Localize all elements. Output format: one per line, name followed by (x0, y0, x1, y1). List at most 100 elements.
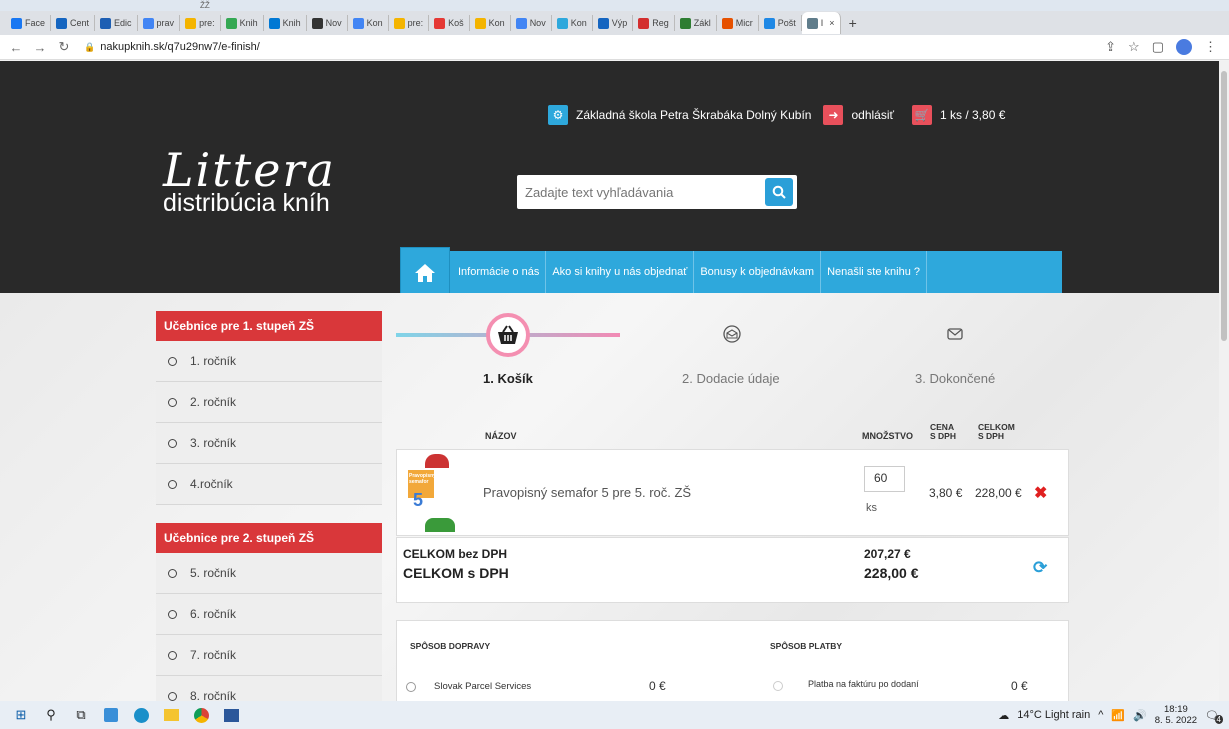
more-menu-icon[interactable]: ⋮ (1204, 39, 1217, 55)
new-tab-button[interactable]: + (849, 15, 857, 31)
delivery-radio[interactable] (406, 682, 416, 692)
total-no-vat-value: 207,27 € (864, 547, 911, 561)
menu-item[interactable]: Bonusy k objednávkam (694, 251, 822, 293)
item-title[interactable]: Pravopisný semafor 5 pre 5. roč. ZŠ (483, 485, 691, 500)
logout-icon[interactable]: ➜ (823, 105, 844, 125)
browser-tab[interactable]: Micr (717, 15, 759, 31)
search-button[interactable] (765, 178, 793, 206)
browser-tab[interactable]: Kon (552, 15, 593, 31)
profile-avatar[interactable] (1176, 39, 1192, 55)
network-icon[interactable]: 📶 (1111, 709, 1125, 722)
cart-icon[interactable]: 🛒 (912, 105, 932, 125)
menu-item[interactable]: Informácie o nás (452, 251, 547, 293)
app-icon[interactable] (102, 706, 120, 724)
cart-item-row: Pravopisný semafor 5 Pravopisný semafor … (396, 449, 1069, 536)
browser-tab[interactable]: Knih (264, 15, 307, 31)
circle-bullet-icon (168, 568, 177, 578)
url-text: nakupknih.sk/q7u29nw7/e-finish/ (100, 41, 260, 53)
tab-favicon-icon (638, 17, 650, 29)
tray-chevron-icon[interactable]: ^ (1098, 709, 1103, 721)
sidebar-item[interactable]: 2. ročník (156, 382, 382, 423)
close-tab-icon[interactable]: × (829, 18, 834, 28)
tab-favicon-icon (806, 17, 818, 29)
sidebar-item[interactable]: 1. ročník (156, 341, 382, 382)
sidebar-item[interactable]: 5. ročník (156, 553, 382, 594)
browser-tab[interactable]: Kon (348, 15, 389, 31)
cart-totals: CELKOM bez DPH CELKOM s DPH 207,27 € 228… (396, 537, 1069, 603)
sidebar-item[interactable]: 4.ročník (156, 464, 382, 505)
clock[interactable]: 18:19 8. 5. 2022 (1155, 704, 1197, 726)
payment-radio[interactable] (773, 681, 783, 691)
menu-item[interactable]: Ako si knihy u nás objednať (546, 251, 695, 293)
delivery-option[interactable]: Slovak Parcel Services (434, 681, 531, 692)
circle-bullet-icon (168, 479, 177, 489)
forward-icon[interactable]: → (32, 40, 48, 55)
sidebar-item[interactable]: 8. ročník (156, 676, 382, 701)
tab-label: Knih (239, 18, 258, 28)
file-explorer-icon[interactable] (162, 706, 180, 724)
browser-tab[interactable]: Edic (95, 15, 138, 31)
sidepanel-icon[interactable]: ▢ (1152, 39, 1164, 55)
remove-item-icon[interactable]: ✖ (1034, 483, 1047, 503)
home-button[interactable] (400, 247, 450, 298)
browser-tab[interactable]: Výp (593, 15, 634, 31)
payment-price: 0 € (1011, 679, 1028, 693)
col-name: NÁZOV (485, 431, 517, 441)
windows-start-icon[interactable]: ⊞ (12, 706, 30, 724)
browser-tab[interactable]: Koš (429, 15, 470, 31)
site-logo[interactable]: Littera distribúcia kníh (163, 147, 336, 216)
cart-summary[interactable]: 1 ks / 3,80 € (940, 108, 1005, 122)
address-bar: ← → ↻ 🔒 nakupknih.sk/q7u29nw7/e-finish/ … (0, 35, 1229, 60)
quantity-input[interactable]: 60 (864, 466, 905, 492)
sidebar-item[interactable]: 3. ročník (156, 423, 382, 464)
task-view-icon[interactable]: ⧉ (72, 706, 90, 724)
logout-link[interactable]: odhlásiť (851, 108, 894, 122)
browser-tab[interactable]: Nov (307, 15, 348, 31)
sidebar-item[interactable]: 7. ročník (156, 635, 382, 676)
browser-tab[interactable]: Knih (221, 15, 264, 31)
tab-label: Výp (611, 18, 628, 28)
share-icon[interactable]: ⇪ (1105, 39, 1116, 55)
gear-icon[interactable]: ⚙ (548, 105, 568, 125)
reload-icon[interactable]: ↻ (56, 39, 72, 55)
word-icon[interactable] (222, 706, 240, 724)
url-field[interactable]: 🔒 nakupknih.sk/q7u29nw7/e-finish/ (84, 41, 260, 53)
browser-tab[interactable]: prav (138, 15, 181, 31)
menu-item[interactable]: Nenašli ste knihu ? (821, 251, 928, 293)
payment-option[interactable]: Platba na faktúru po dodaní (808, 679, 919, 689)
search-icon[interactable]: ⚲ (42, 706, 60, 724)
chrome-icon[interactable] (192, 706, 210, 724)
browser-tab[interactable]: Pošt (759, 15, 802, 31)
tab-label: Reg (652, 18, 669, 28)
refresh-icon[interactable]: ⟳ (1033, 558, 1047, 578)
sidebar-item-label: 1. ročník (190, 354, 237, 368)
edge-icon[interactable] (132, 706, 150, 724)
browser-tab[interactable]: Cent (51, 15, 96, 31)
browser-tab[interactable]: Nov (511, 15, 552, 31)
browser-tab[interactable]: pre: (389, 15, 430, 31)
weather-text[interactable]: 14°C Light rain (1017, 709, 1090, 721)
sidebar-item-label: 6. ročník (190, 607, 237, 621)
weather-icon[interactable]: ☁ (998, 709, 1009, 722)
browser-tab[interactable]: Face (6, 15, 52, 31)
page-scrollbar[interactable] (1219, 61, 1229, 701)
back-icon[interactable]: ← (8, 40, 24, 55)
search-input[interactable] (517, 184, 757, 200)
browser-tab[interactable]: Zákl (675, 15, 717, 31)
scrollbar-thumb[interactable] (1221, 71, 1227, 341)
browser-tab[interactable]: I × (801, 12, 841, 34)
book-cover-image[interactable]: Pravopisný semafor 5 (405, 454, 455, 532)
circle-bullet-icon (168, 438, 177, 448)
tab-favicon-icon (225, 17, 237, 29)
bookmark-star-icon[interactable]: ☆ (1128, 39, 1140, 55)
browser-tab[interactable]: pre: (180, 15, 221, 31)
envelope-icon (944, 323, 966, 345)
browser-tab[interactable]: Reg (633, 15, 675, 31)
notification-icon[interactable]: 🗨 4 (1205, 709, 1223, 724)
volume-icon[interactable]: 🔊 (1133, 709, 1147, 722)
sidebar-item[interactable]: 6. ročník (156, 594, 382, 635)
browser-tab[interactable]: Kon (470, 15, 511, 31)
sidebar-item-label: 4.ročník (190, 477, 233, 491)
sidebar: Učebnice pre 1. stupeň ZŠ 1. ročník 2. ro… (156, 311, 382, 701)
school-name[interactable]: Základná škola Petra Škrabáka Dolný Kubí… (576, 108, 811, 122)
